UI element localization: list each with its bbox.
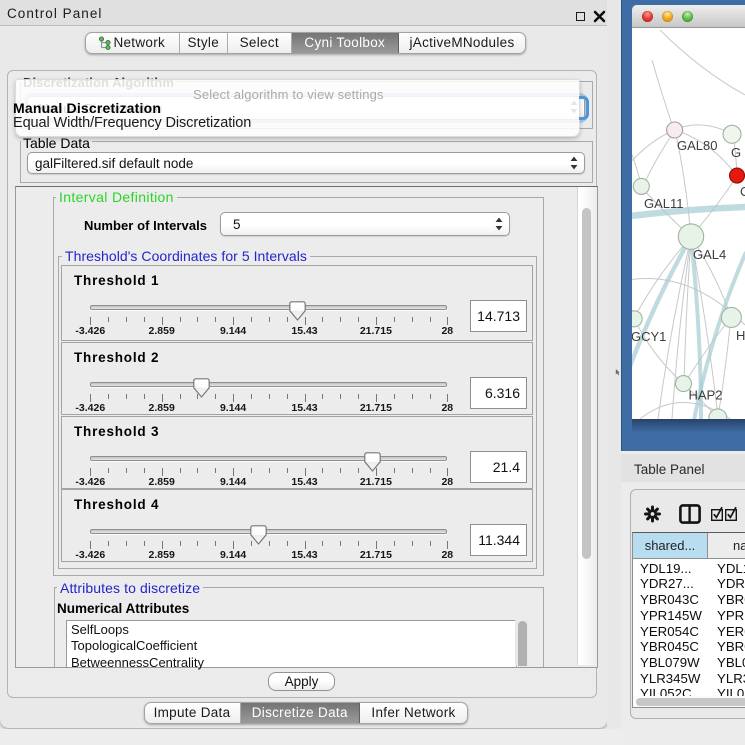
svg-text:C: C — [740, 184, 745, 199]
svg-text:HAP2: HAP2 — [689, 388, 723, 403]
svg-text:GAL11: GAL11 — [644, 196, 684, 211]
svg-text:H: H — [736, 328, 745, 343]
svg-text:GAL4: GAL4 — [693, 247, 726, 262]
svg-text:GCY1: GCY1 — [632, 329, 666, 344]
svg-text:GAL80: GAL80 — [677, 138, 717, 153]
svg-text:G: G — [731, 145, 741, 160]
